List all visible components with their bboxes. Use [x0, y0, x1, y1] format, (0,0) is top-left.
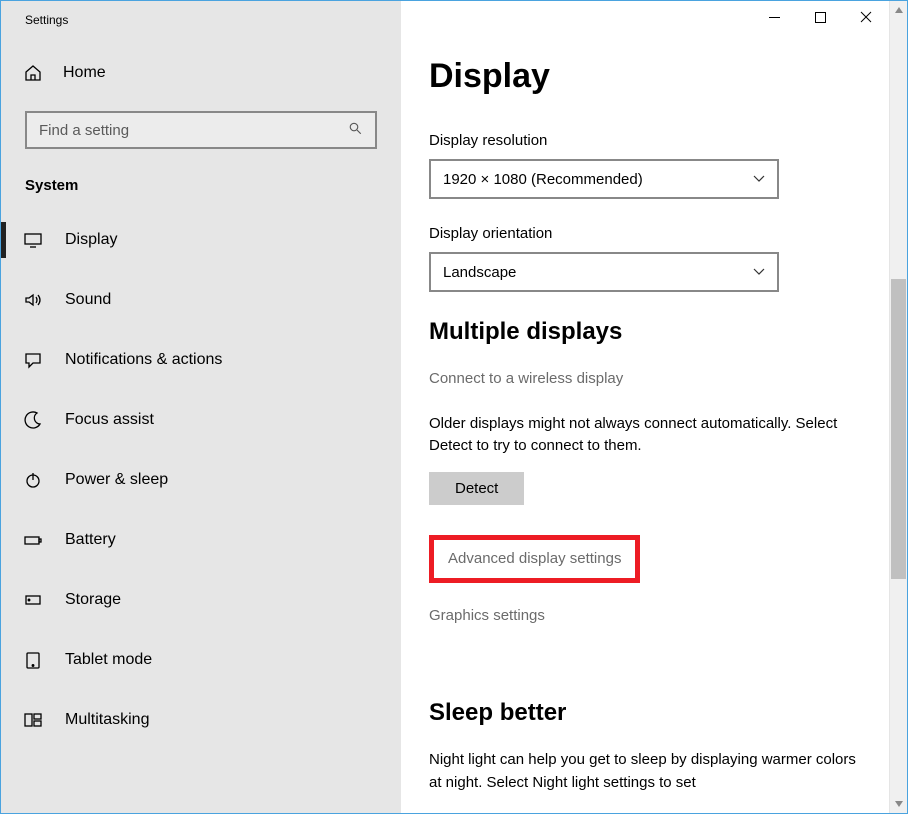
advanced-display-settings-link[interactable]: Advanced display settings: [448, 550, 621, 567]
nav-home[interactable]: Home: [1, 47, 401, 99]
sidebar-item-label: Multitasking: [65, 711, 149, 729]
sidebar-item-storage[interactable]: Storage: [1, 570, 401, 630]
scrollbar-down-arrow[interactable]: [890, 795, 907, 813]
scrollbar-track[interactable]: [890, 19, 907, 795]
orientation-label: Display orientation: [429, 225, 861, 242]
orientation-value: Landscape: [443, 264, 516, 281]
search-input[interactable]: Find a setting: [25, 111, 377, 149]
sidebar-item-notifications[interactable]: Notifications & actions: [1, 330, 401, 390]
search-icon: [348, 121, 363, 140]
multiple-displays-heading: Multiple displays: [429, 318, 861, 346]
sidebar-section-label: System: [1, 173, 401, 210]
close-button[interactable]: [843, 1, 889, 33]
content-row: Settings Home Find a setting System: [1, 1, 907, 813]
multitask-icon: [23, 710, 43, 730]
resolution-select[interactable]: 1920 × 1080 (Recommended): [429, 159, 779, 199]
detect-button[interactable]: Detect: [429, 472, 524, 505]
sidebar-item-focus-assist[interactable]: Focus assist: [1, 390, 401, 450]
battery-icon: [23, 530, 43, 550]
sidebar-item-label: Tablet mode: [65, 651, 152, 669]
search-wrap: Find a setting: [25, 111, 377, 149]
monitor-icon: [23, 230, 43, 250]
sidebar-item-label: Display: [65, 231, 117, 249]
sidebar: Settings Home Find a setting System: [1, 1, 401, 813]
window-title: Settings: [1, 1, 401, 39]
sidebar-item-battery[interactable]: Battery: [1, 510, 401, 570]
nav-home-label: Home: [63, 64, 106, 82]
speaker-icon: [23, 290, 43, 310]
sidebar-item-label: Storage: [65, 591, 121, 609]
power-icon: [23, 470, 43, 490]
chevron-down-icon: [753, 172, 765, 186]
sidebar-item-tablet-mode[interactable]: Tablet mode: [1, 630, 401, 690]
chat-icon: [23, 350, 43, 370]
sidebar-item-power-sleep[interactable]: Power & sleep: [1, 450, 401, 510]
sidebar-item-label: Power & sleep: [65, 471, 168, 489]
page-title: Display: [429, 57, 861, 96]
orientation-select[interactable]: Landscape: [429, 252, 779, 292]
search-placeholder: Find a setting: [39, 122, 129, 139]
sidebar-item-display[interactable]: Display: [1, 210, 401, 270]
minimize-button[interactable]: [751, 1, 797, 33]
settings-window: Settings Home Find a setting System: [0, 0, 908, 814]
scrollbar-up-arrow[interactable]: [890, 1, 907, 19]
scrollbar-thumb[interactable]: [891, 279, 906, 579]
storage-icon: [23, 590, 43, 610]
main-scroll: Display Display resolution 1920 × 1080 (…: [401, 1, 889, 813]
sidebar-item-label: Focus assist: [65, 411, 154, 429]
sidebar-item-sound[interactable]: Sound: [1, 270, 401, 330]
chevron-down-icon: [753, 265, 765, 279]
main-panel: Display Display resolution 1920 × 1080 (…: [401, 1, 907, 813]
wireless-display-link[interactable]: Connect to a wireless display: [429, 368, 861, 391]
home-icon: [23, 63, 43, 83]
sleep-better-text: Night light can help you get to sleep by…: [429, 749, 859, 794]
graphics-settings-link[interactable]: Graphics settings: [429, 605, 861, 628]
resolution-label: Display resolution: [429, 132, 861, 149]
scrollbar[interactable]: [889, 1, 907, 813]
older-displays-text: Older displays might not always connect …: [429, 413, 859, 458]
sleep-better-heading: Sleep better: [429, 699, 861, 727]
tablet-icon: [23, 650, 43, 670]
annotation-highlight: Advanced display settings: [429, 535, 640, 583]
resolution-value: 1920 × 1080 (Recommended): [443, 171, 643, 188]
moon-icon: [23, 410, 43, 430]
sidebar-item-label: Battery: [65, 531, 116, 549]
sidebar-item-multitasking[interactable]: Multitasking: [1, 690, 401, 750]
nav-list: Display Sound Notifications & actions: [1, 210, 401, 750]
titlebar-controls: [751, 1, 889, 33]
maximize-button[interactable]: [797, 1, 843, 33]
sidebar-item-label: Notifications & actions: [65, 351, 222, 369]
sidebar-item-label: Sound: [65, 291, 111, 309]
